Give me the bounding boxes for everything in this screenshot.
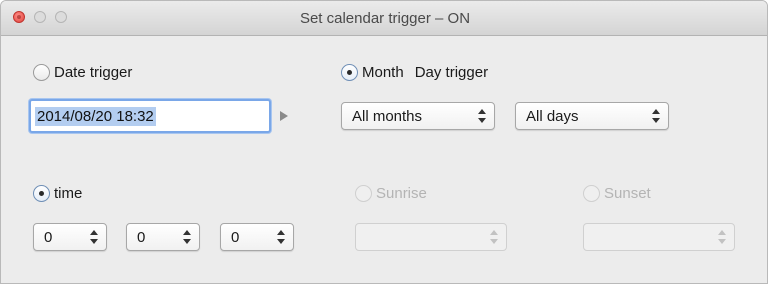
updown-arrows-icon (277, 230, 285, 244)
title-bar[interactable]: Set calendar trigger – ON (1, 1, 767, 36)
sunrise-option[interactable]: Sunrise (355, 185, 427, 202)
sunset-radio[interactable] (583, 185, 600, 202)
sunset-option[interactable]: Sunset (583, 185, 651, 202)
date-trigger-label: Date trigger (54, 64, 133, 81)
month-select-value: All months (352, 107, 423, 125)
month-select[interactable]: All months (341, 102, 495, 130)
day-select-value: All days (526, 107, 579, 125)
second-select[interactable]: 0 (220, 223, 294, 251)
updown-arrows-icon (183, 230, 191, 244)
sunrise-radio[interactable] (355, 185, 372, 202)
date-trigger-option[interactable]: Date trigger (33, 64, 132, 81)
updown-arrows-icon (478, 109, 486, 123)
date-time-value: 2014/08/20 18:32 (35, 106, 156, 126)
sunset-label: Sunset (604, 185, 651, 202)
minute-select[interactable]: 0 (126, 223, 200, 251)
minute-select-value: 0 (137, 228, 146, 246)
day-select[interactable]: All days (515, 102, 669, 130)
updown-arrows-icon (652, 109, 660, 123)
date-time-field[interactable]: 2014/08/20 18:32 (29, 99, 271, 133)
second-select-value: 0 (231, 228, 240, 246)
month-label: Month (362, 64, 404, 81)
calendar-trigger-window: Set calendar trigger – ON Date trigger M… (0, 0, 768, 284)
hour-select[interactable]: 0 (33, 223, 107, 251)
date-trigger-radio[interactable] (33, 64, 50, 81)
sunset-select[interactable] (583, 223, 735, 251)
sunrise-label: Sunrise (376, 185, 427, 202)
month-day-trigger-option[interactable]: Month Day trigger (341, 64, 488, 81)
sunrise-select[interactable] (355, 223, 507, 251)
updown-arrows-icon (90, 230, 98, 244)
day-trigger-label: Day trigger (414, 64, 489, 81)
disclosure-arrow-icon[interactable] (280, 111, 288, 121)
window-title: Set calendar trigger – ON (299, 10, 471, 27)
time-label: time (54, 185, 83, 202)
time-radio[interactable] (33, 185, 50, 202)
month-day-trigger-radio[interactable] (341, 64, 358, 81)
updown-arrows-icon (718, 230, 726, 244)
updown-arrows-icon (490, 230, 498, 244)
time-option[interactable]: time (33, 185, 82, 202)
hour-select-value: 0 (44, 228, 53, 246)
